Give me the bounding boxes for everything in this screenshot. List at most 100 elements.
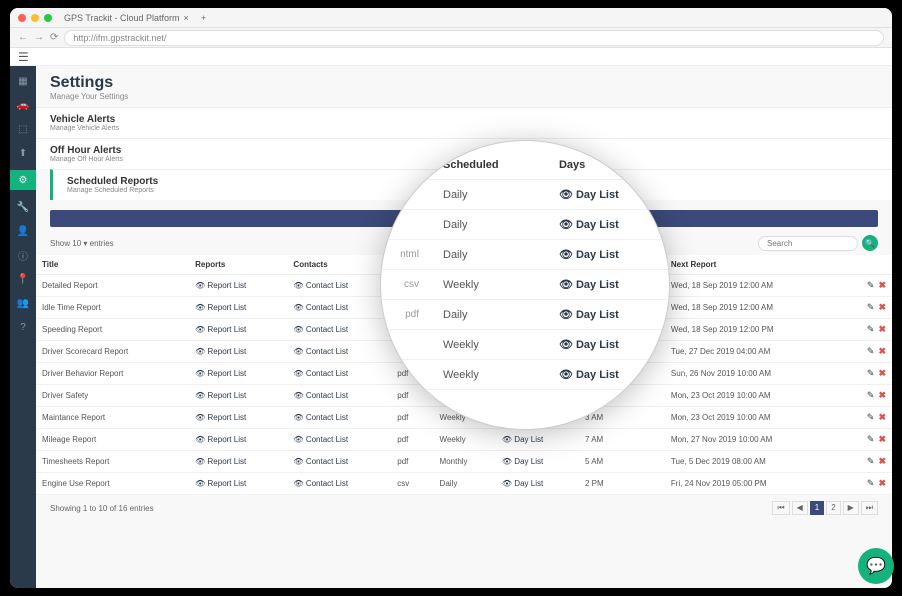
mag-cell-scheduled: Daily	[431, 210, 547, 240]
sidebar-item-users[interactable]: 👤	[16, 224, 30, 238]
delete-icon[interactable]: ✖	[878, 324, 886, 335]
sidebar-item-help[interactable]: ?	[16, 320, 30, 334]
edit-icon[interactable]: ✎	[867, 412, 875, 423]
delete-icon[interactable]: ✖	[878, 368, 886, 379]
sidebar-item-location[interactable]: 📍	[16, 272, 30, 286]
edit-icon[interactable]: ✎	[867, 346, 875, 357]
tab-close-icon[interactable]: ×	[184, 13, 189, 23]
sidebar-item-settings[interactable]: ⚙	[10, 170, 36, 190]
mag-cell-format: csv	[381, 270, 431, 300]
cell-reports[interactable]: Report List	[189, 341, 287, 363]
cell-contacts[interactable]: Contact List	[287, 275, 391, 297]
browser-tab[interactable]: GPS Trackit - Cloud Platform ×	[64, 13, 189, 23]
cell-reports[interactable]: Report List	[189, 385, 287, 407]
entries-count[interactable]: 10	[72, 239, 81, 248]
page-next[interactable]: ▶	[843, 501, 859, 515]
mag-cell-days[interactable]: Day List	[547, 300, 669, 330]
reload-icon[interactable]: ⟳	[50, 32, 58, 43]
table-row: Timesheets ReportReport ListContact List…	[36, 451, 892, 473]
cell-contacts[interactable]: Contact List	[287, 341, 391, 363]
edit-icon[interactable]: ✎	[867, 368, 875, 379]
cell-reports[interactable]: Report List	[189, 451, 287, 473]
sidebar-item-alerts[interactable]: ⓘ	[16, 248, 30, 262]
close-icon[interactable]	[18, 14, 26, 22]
cell-format: pdf	[391, 451, 433, 473]
hamburger-icon[interactable]: ☰	[18, 50, 29, 64]
cell-next: Mon, 27 Nov 2019 10:00 AM	[665, 429, 844, 451]
cell-reports[interactable]: Report List	[189, 429, 287, 451]
sidebar-item-dashboard[interactable]: ▦	[16, 74, 30, 88]
sidebar-item-map[interactable]: ⬚	[16, 122, 30, 136]
page-2[interactable]: 2	[826, 501, 840, 515]
edit-icon[interactable]: ✎	[867, 456, 875, 467]
cell-contacts[interactable]: Contact List	[287, 429, 391, 451]
window-controls[interactable]	[18, 14, 52, 22]
page-prev[interactable]: ◀	[792, 501, 808, 515]
mag-cell-days[interactable]: Day List	[547, 330, 669, 360]
cell-reports[interactable]: Report List	[189, 275, 287, 297]
cell-contacts[interactable]: Contact List	[287, 297, 391, 319]
cell-reports[interactable]: Report List	[189, 407, 287, 429]
cell-contacts[interactable]: Contact List	[287, 319, 391, 341]
sidebar-item-upload[interactable]: ⬆	[16, 146, 30, 160]
mag-cell-days[interactable]: Day List	[547, 270, 669, 300]
edit-icon[interactable]: ✎	[867, 478, 875, 489]
page-last[interactable]: ⏭	[861, 501, 878, 515]
cell-next: Mon, 23 Oct 2019 10:00 AM	[665, 407, 844, 429]
cell-reports[interactable]: Report List	[189, 473, 287, 495]
col-reports[interactable]: Reports	[189, 255, 287, 275]
cell-days[interactable]: Day List	[496, 451, 579, 473]
mag-cell-days[interactable]: Day List	[547, 210, 669, 240]
delete-icon[interactable]: ✖	[878, 346, 886, 357]
search-button[interactable]: 🔍	[862, 235, 878, 251]
cell-days[interactable]: Day List	[496, 429, 579, 451]
edit-icon[interactable]: ✎	[867, 302, 875, 313]
new-tab-button[interactable]: +	[201, 13, 206, 23]
sidebar-item-vehicles[interactable]: 🚗	[16, 98, 30, 112]
cell-reports[interactable]: Report List	[189, 319, 287, 341]
maximize-icon[interactable]	[44, 14, 52, 22]
sidebar-item-drivers[interactable]: 👥	[16, 296, 30, 310]
cell-title: Speeding Report	[36, 319, 189, 341]
search-input[interactable]	[758, 236, 858, 251]
cell-contacts[interactable]: Contact List	[287, 385, 391, 407]
cell-title: Driver Scorecard Report	[36, 341, 189, 363]
edit-icon[interactable]: ✎	[867, 324, 875, 335]
delete-icon[interactable]: ✖	[878, 478, 886, 489]
sidebar-item-maintenance[interactable]: 🔧	[16, 200, 30, 214]
back-icon[interactable]: ←	[18, 32, 28, 43]
cell-contacts[interactable]: Contact List	[287, 407, 391, 429]
page-first[interactable]: ⏮	[772, 501, 789, 515]
cell-reports[interactable]: Report List	[189, 363, 287, 385]
cell-actions: ✎✖	[844, 407, 893, 429]
mag-cell-days[interactable]: Day List	[547, 240, 669, 270]
delete-icon[interactable]: ✖	[878, 456, 886, 467]
cell-contacts[interactable]: Contact List	[287, 363, 391, 385]
cell-contacts[interactable]: Contact List	[287, 451, 391, 473]
delete-icon[interactable]: ✖	[878, 434, 886, 445]
delete-icon[interactable]: ✖	[878, 302, 886, 313]
delete-icon[interactable]: ✖	[878, 390, 886, 401]
cell-days[interactable]: Day List	[496, 473, 579, 495]
col-next[interactable]: Next Report	[665, 255, 844, 275]
chat-fab[interactable]: 💬	[858, 548, 894, 584]
forward-icon[interactable]: →	[34, 32, 44, 43]
delete-icon[interactable]: ✖	[878, 412, 886, 423]
url-input[interactable]	[64, 30, 884, 46]
edit-icon[interactable]: ✎	[867, 390, 875, 401]
page-subtitle: Manage Your Settings	[50, 92, 878, 101]
section-vehicle-alerts[interactable]: Vehicle Alerts Manage Vehicle Alerts	[36, 107, 892, 138]
cell-next: Tue, 5 Dec 2019 08:00 AM	[665, 451, 844, 473]
cell-contacts[interactable]: Contact List	[287, 473, 391, 495]
cell-actions: ✎✖	[844, 451, 893, 473]
cell-reports[interactable]: Report List	[189, 297, 287, 319]
page-1[interactable]: 1	[810, 501, 824, 515]
tab-title: GPS Trackit - Cloud Platform	[64, 13, 180, 23]
cell-title: Idle Time Report	[36, 297, 189, 319]
col-contacts[interactable]: Contacts	[287, 255, 391, 275]
edit-icon[interactable]: ✎	[867, 280, 875, 291]
edit-icon[interactable]: ✎	[867, 434, 875, 445]
delete-icon[interactable]: ✖	[878, 280, 886, 291]
minimize-icon[interactable]	[31, 14, 39, 22]
col-title[interactable]: Title	[36, 255, 189, 275]
